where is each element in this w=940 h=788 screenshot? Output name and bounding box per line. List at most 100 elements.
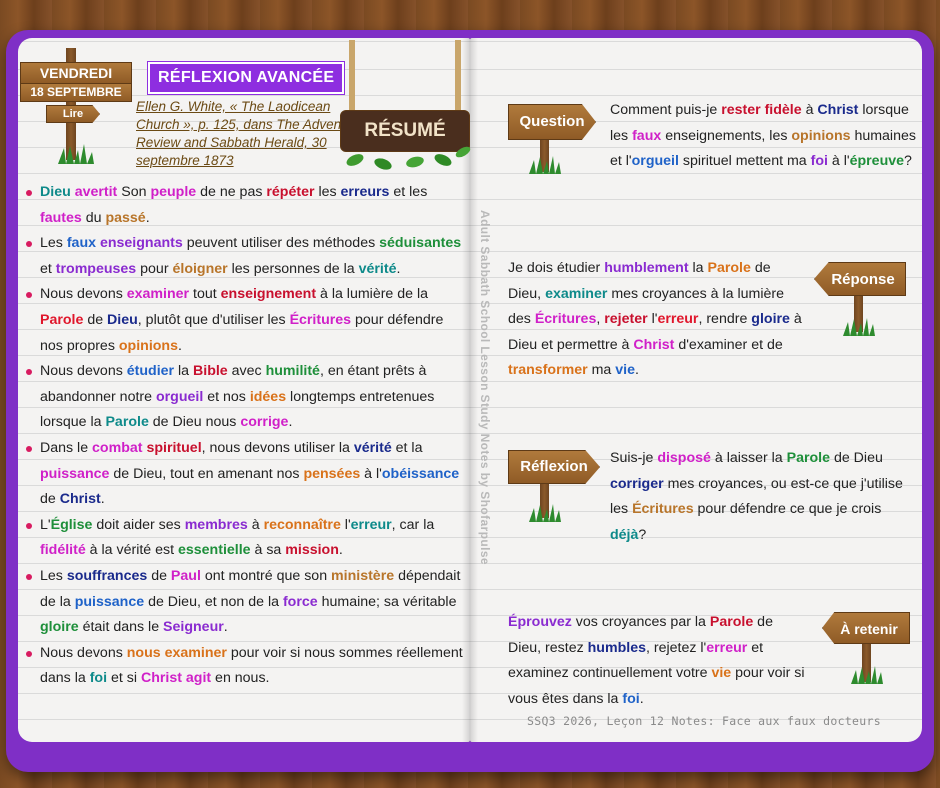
- highlighted-word: corriger: [610, 475, 664, 492]
- highlighted-word: Dieu: [107, 311, 138, 328]
- highlighted-word: opinions: [791, 127, 851, 144]
- summary-bullet: Les faux enseignants peuvent utiliser de…: [24, 231, 464, 282]
- text-run: les: [314, 184, 341, 200]
- summary-bullet: Les souffrances de Paul ont montré que s…: [24, 564, 464, 641]
- text-run: à laisser la: [710, 450, 787, 466]
- text-run: tout: [189, 286, 221, 303]
- highlighted-word: souffrances: [66, 567, 148, 584]
- text-run: à la lumière de la: [316, 286, 429, 303]
- highlighted-word: humilité: [265, 363, 320, 380]
- summary-bullet: L'Église doit aider ses membres à reconn…: [24, 513, 464, 564]
- highlighted-word: trompeuses: [55, 260, 137, 277]
- highlighted-word: Bible: [193, 363, 228, 380]
- text-run: et: [40, 260, 56, 277]
- text-run: et les: [389, 184, 428, 200]
- text-run: les personnes de la: [227, 260, 359, 277]
- grass-icon: [843, 318, 875, 336]
- reading-reference[interactable]: Ellen G. White, « The Laodicean Church »…: [136, 98, 346, 170]
- highlighted-word: orgueil: [631, 153, 679, 170]
- highlighted-word: essentielle: [178, 542, 251, 559]
- highlighted-word: force: [282, 593, 318, 610]
- text-run: , car la: [391, 516, 435, 533]
- highlighted-word: Éprouvez: [508, 614, 572, 630]
- highlighted-word: gloire: [751, 311, 790, 328]
- highlighted-word: erreur: [350, 516, 392, 533]
- section-tag: RÉFLEXION AVANCÉE: [148, 62, 345, 94]
- text-run: la: [174, 363, 194, 380]
- highlighted-word: faux: [66, 235, 96, 252]
- day-sign: VENDREDI: [20, 62, 132, 84]
- text-run: , plutôt que d'utiliser les: [137, 311, 290, 328]
- text-run: .: [145, 209, 150, 226]
- highlighted-word: Christ: [633, 336, 675, 353]
- text-run: .: [100, 491, 105, 508]
- highlighted-word: étudier: [126, 363, 175, 380]
- question-sign: Question: [508, 104, 596, 140]
- rope-left: [349, 40, 355, 112]
- text-run: ma: [587, 362, 616, 379]
- date-sign: 18 SEPTEMBRE: [20, 83, 132, 102]
- grass-icon: [529, 504, 561, 522]
- summary-list: Dieu avertit Son peuple de ne pas répéte…: [24, 180, 464, 692]
- highlighted-word: séduisantes: [379, 235, 462, 252]
- highlighted-word: membres: [184, 516, 248, 533]
- highlighted-word: Parole: [709, 614, 754, 630]
- highlighted-word: enseignement: [220, 286, 317, 303]
- summary-bullet: Dieu avertit Son peuple de ne pas répéte…: [24, 180, 464, 231]
- text-run: .: [634, 362, 639, 379]
- rope-right: [455, 40, 461, 112]
- highlighted-word: spirituel: [146, 439, 202, 456]
- text-run: de ne pas: [196, 184, 267, 200]
- text-run: vos croyances par la: [571, 614, 710, 630]
- answer-sign: Réponse: [814, 262, 906, 296]
- reflection-text: Suis-je disposé à laisser la Parole de D…: [610, 446, 916, 548]
- highlighted-word: humblement: [604, 260, 689, 276]
- highlighted-word: reconnaître: [263, 516, 341, 533]
- text-run: de Dieu nous: [148, 414, 241, 431]
- text-run: à la vérité est: [85, 542, 178, 559]
- text-run: , rendre: [698, 311, 752, 328]
- text-run: , nous devons utiliser la: [201, 439, 354, 456]
- text-run: Les: [40, 567, 67, 584]
- text-run: ont montré que son: [200, 567, 332, 584]
- highlighted-word: vie: [615, 362, 635, 379]
- grass-icon: [529, 156, 561, 174]
- highlighted-word: foi: [810, 153, 828, 170]
- text-run: Comment puis-je: [610, 102, 722, 118]
- highlighted-word: Christ agit: [140, 670, 212, 687]
- read-sign: Lire: [46, 105, 100, 123]
- text-run: pour défendre ce que je crois: [693, 501, 882, 518]
- highlighted-word: examiner: [545, 285, 608, 302]
- highlighted-word: Parole: [40, 311, 84, 328]
- highlighted-word: Paul: [170, 567, 201, 584]
- highlighted-word: obéissance: [381, 465, 460, 482]
- text-run: .: [338, 542, 343, 559]
- summary-bullet: Nous devons étudier la Bible avec humili…: [24, 359, 464, 436]
- text-run: de: [147, 567, 171, 584]
- highlighted-word: déjà: [610, 526, 639, 543]
- summary-bullet: Dans le combat spirituel, nous devons ut…: [24, 436, 464, 513]
- highlighted-word: éloigner: [172, 260, 228, 277]
- text-run: à l': [827, 153, 850, 170]
- highlighted-word: opinions: [118, 337, 178, 354]
- text-run: ?: [904, 153, 912, 170]
- answer-text: Je dois étudier humblement la Parole de …: [508, 256, 804, 384]
- highlighted-word: avertit: [74, 184, 118, 200]
- highlighted-word: Écritures: [534, 311, 597, 328]
- highlighted-word: idées: [249, 388, 287, 405]
- highlighted-word: Christ: [59, 491, 101, 508]
- highlighted-word: faux: [632, 127, 662, 144]
- vertical-credit: Adult Sabbath School Lesson Study Notes …: [478, 210, 492, 565]
- highlighted-word: examiner: [126, 286, 190, 303]
- highlighted-word: combat: [92, 439, 143, 456]
- highlighted-word: rejeter: [604, 311, 648, 328]
- grass-icon: [851, 666, 883, 684]
- question-text: Comment puis-je rester fidèle à Christ l…: [610, 98, 916, 175]
- highlighted-word: Parole: [786, 450, 831, 466]
- text-run: peuvent utiliser des méthodes: [182, 235, 380, 252]
- text-run: L': [40, 516, 51, 533]
- highlighted-word: vie: [711, 665, 732, 682]
- highlighted-word: enseignants: [99, 235, 183, 252]
- highlighted-word: fidélité: [40, 542, 86, 559]
- text-run: .: [396, 260, 401, 277]
